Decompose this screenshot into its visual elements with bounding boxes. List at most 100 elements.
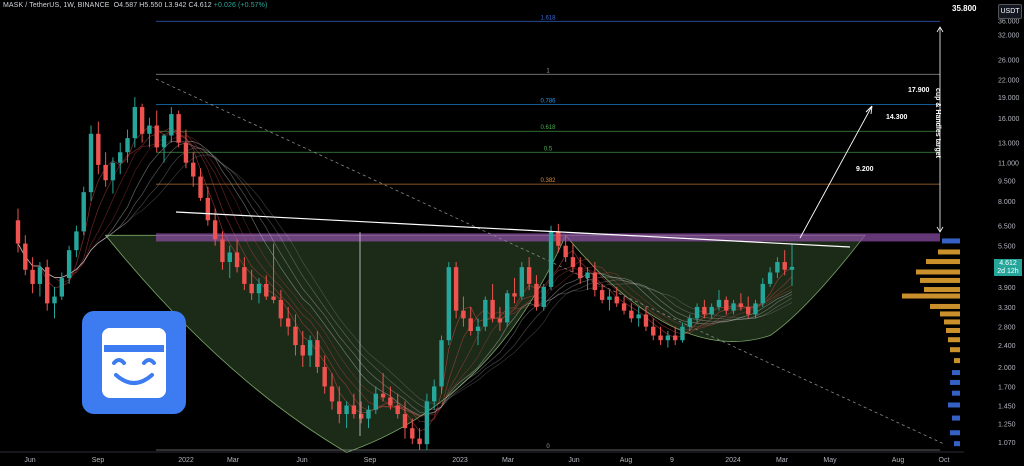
candle-body xyxy=(556,231,561,246)
price-tick-label: 2.400 xyxy=(998,343,1016,350)
candle-body xyxy=(366,409,371,419)
price-tick-label: 9.500 xyxy=(998,178,1016,185)
candle-body xyxy=(183,142,189,163)
price-tick-label: 3.900 xyxy=(998,285,1016,292)
candle-body xyxy=(154,125,159,148)
candle-body xyxy=(402,414,408,429)
candle-body xyxy=(439,340,444,387)
mask-network-logo xyxy=(82,311,186,414)
candle-body xyxy=(745,306,751,315)
volume-profile-bar xyxy=(952,390,960,396)
target-label: 9.200 xyxy=(856,166,874,173)
price-axis xyxy=(964,0,1024,466)
candle-body xyxy=(570,257,576,268)
candle-body xyxy=(585,272,590,279)
time-tick-label: Jun xyxy=(568,457,579,464)
candle-body xyxy=(147,125,152,134)
candle-body xyxy=(497,318,503,323)
time-tick-label: 2024 xyxy=(725,457,741,464)
volume-profile-bar xyxy=(950,379,960,385)
candle-body xyxy=(651,326,656,336)
volume-profile-bar xyxy=(948,337,960,343)
candle-body xyxy=(344,405,349,415)
price-tick-label: 1.250 xyxy=(998,421,1016,428)
time-tick-label: Jun xyxy=(24,457,35,464)
candle-body xyxy=(227,252,232,263)
candle-body xyxy=(519,267,525,297)
candle-body xyxy=(782,262,787,270)
candle-body xyxy=(658,335,663,341)
volume-profile-bar xyxy=(902,293,960,299)
time-tick-label: Mar xyxy=(502,457,515,464)
volume-profile-bar xyxy=(942,238,960,244)
fib-level-label: 0.786 xyxy=(540,98,556,104)
fib-level-label: 0.382 xyxy=(540,178,556,184)
time-tick-label: 2023 xyxy=(452,457,468,464)
price-tick-label: 32.000 xyxy=(998,33,1020,40)
candle-body xyxy=(716,299,722,307)
time-tick-label: 2022 xyxy=(178,457,194,464)
volume-profile-bar xyxy=(930,303,960,309)
currency-button[interactable]: USDT xyxy=(998,4,1022,19)
candle-body xyxy=(118,152,123,163)
last-price-badge: 4.612 2d 12h xyxy=(994,259,1022,276)
candle-body xyxy=(351,405,357,415)
candle-body xyxy=(380,393,386,398)
candle-body xyxy=(161,135,167,148)
price-tick-label: 2.800 xyxy=(998,325,1016,332)
mask-face-icon xyxy=(102,328,166,398)
candle-body xyxy=(680,326,685,341)
candle-body xyxy=(505,293,510,323)
candle-body xyxy=(614,296,619,304)
candle-body xyxy=(738,303,744,307)
fib-level-label: 0 xyxy=(546,444,550,450)
price-tick-label: 5.500 xyxy=(998,244,1016,251)
volume-profile-bar xyxy=(950,430,960,436)
candle-body xyxy=(578,267,583,279)
candle-body xyxy=(52,296,57,304)
price-tick-label: 3.300 xyxy=(998,305,1016,312)
price-tick-label: 8.000 xyxy=(998,199,1016,206)
candle-body xyxy=(37,267,43,284)
candle-body xyxy=(395,405,400,415)
candle-body xyxy=(191,162,196,177)
volume-profile-bar xyxy=(948,402,960,408)
candle-body xyxy=(526,267,532,284)
candle-body xyxy=(110,162,116,181)
candle-body xyxy=(446,267,452,341)
candle-body xyxy=(329,386,335,402)
candle-body xyxy=(249,283,254,294)
candle-body xyxy=(548,231,554,287)
candle-body xyxy=(702,306,707,315)
candle-body xyxy=(300,345,305,356)
candle-body xyxy=(103,164,108,181)
price-tick-label: 19.000 xyxy=(998,95,1020,102)
candle-body xyxy=(789,266,795,270)
candle-body xyxy=(293,326,298,346)
candle-body xyxy=(541,286,546,307)
resistance-zone xyxy=(156,233,940,242)
candle-body xyxy=(271,296,276,300)
price-tick-label: 11.000 xyxy=(998,161,1019,168)
handle-area xyxy=(564,234,866,342)
candle-body xyxy=(767,272,773,284)
candle-body xyxy=(125,138,130,153)
volume-profile-bar xyxy=(954,441,960,447)
candle-body xyxy=(753,303,758,315)
candle-body xyxy=(278,299,284,319)
candle-body xyxy=(212,220,218,240)
candle-body xyxy=(132,107,138,139)
candle-body xyxy=(23,243,28,270)
chart-header: MASK / TetherUS, 1W, BINANCE O4.587 H5.5… xyxy=(3,2,267,9)
time-tick-label: Aug xyxy=(620,457,633,464)
fib-level-label: 0.5 xyxy=(544,146,553,152)
symbol-label: MASK / TetherUS, 1W, BINANCE xyxy=(3,2,110,9)
time-tick-label: May xyxy=(823,457,837,464)
price-tick-label: 6.500 xyxy=(998,224,1016,231)
price-tick-label: 36.000 xyxy=(998,19,1020,26)
candle-body xyxy=(242,267,247,284)
price-tick-label: 16.000 xyxy=(998,116,1020,123)
time-tick-label: Jun xyxy=(296,457,307,464)
price-tick-label: 22.000 xyxy=(998,78,1020,85)
candle-body xyxy=(775,262,780,273)
